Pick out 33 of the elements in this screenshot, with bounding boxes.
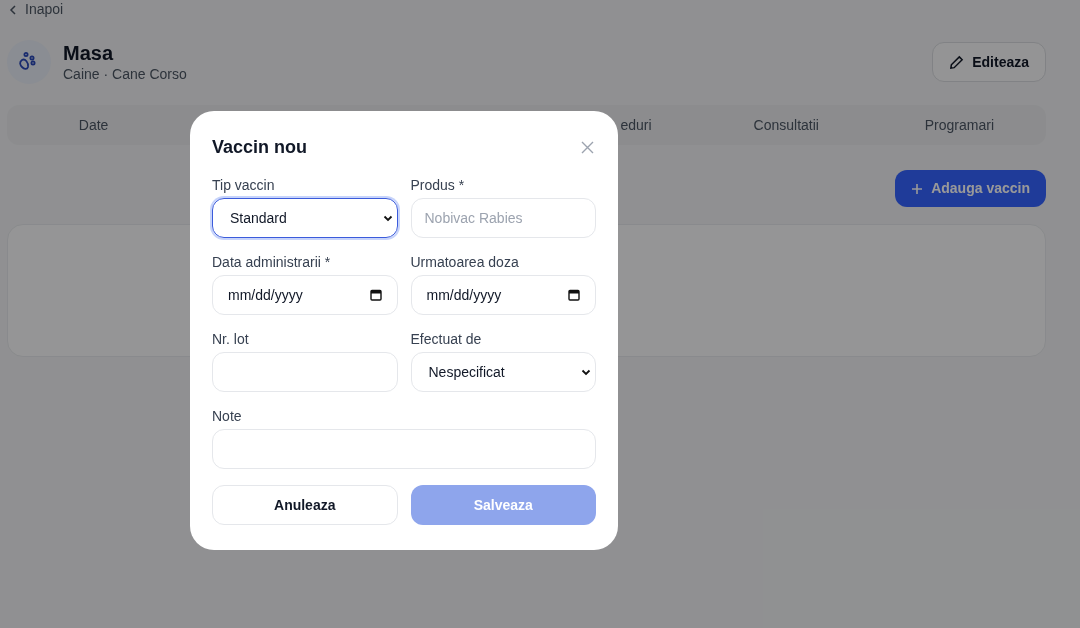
tab[interactable]: Date	[7, 114, 181, 136]
edit-button[interactable]: Editeaza	[932, 42, 1046, 82]
field-label: Efectuat de	[410, 330, 483, 346]
field-label: Urmatoarea doza	[410, 253, 520, 269]
chevron-down-icon	[581, 368, 591, 376]
input-field[interactable]	[212, 429, 596, 469]
select-field[interactable]: Nespecificat	[410, 352, 596, 392]
pencil-icon	[949, 54, 965, 70]
add-vaccine-button[interactable]: Adauga vaccin	[895, 170, 1046, 207]
field-label: Nr. lot	[212, 330, 250, 346]
pet-breed: Caine · Cane Corso	[63, 65, 187, 83]
calendar-icon	[369, 289, 382, 301]
close-icon[interactable]	[581, 140, 594, 154]
select-field[interactable]: Standard	[212, 198, 398, 238]
dialog-title: Vaccin nou	[212, 135, 308, 159]
tab[interactable]: Consultatii	[699, 114, 873, 136]
field-label: Data administrarii *	[212, 253, 332, 269]
calendar-icon	[568, 289, 580, 301]
field-label: Note	[212, 407, 243, 423]
date-field[interactable]: mm/dd/yyyy	[410, 275, 596, 315]
chevron-left-icon	[9, 4, 17, 15]
date-field[interactable]: mm/dd/yyyy	[212, 275, 398, 315]
tab[interactable]: Programari	[872, 114, 1046, 136]
pet-name: Masa	[63, 41, 115, 65]
paw-icon	[7, 40, 51, 84]
field-label: Produs *	[410, 176, 466, 192]
back-link[interactable]: Inapoi	[7, 1, 1073, 18]
cancel-button[interactable]: Anuleaza	[212, 485, 398, 525]
chevron-down-icon	[382, 214, 393, 222]
plus-icon	[911, 182, 924, 195]
field-label: Tip vaccin	[212, 176, 276, 192]
input-field[interactable]: Nobivac Rabies	[410, 198, 596, 238]
input-field[interactable]	[212, 352, 398, 392]
